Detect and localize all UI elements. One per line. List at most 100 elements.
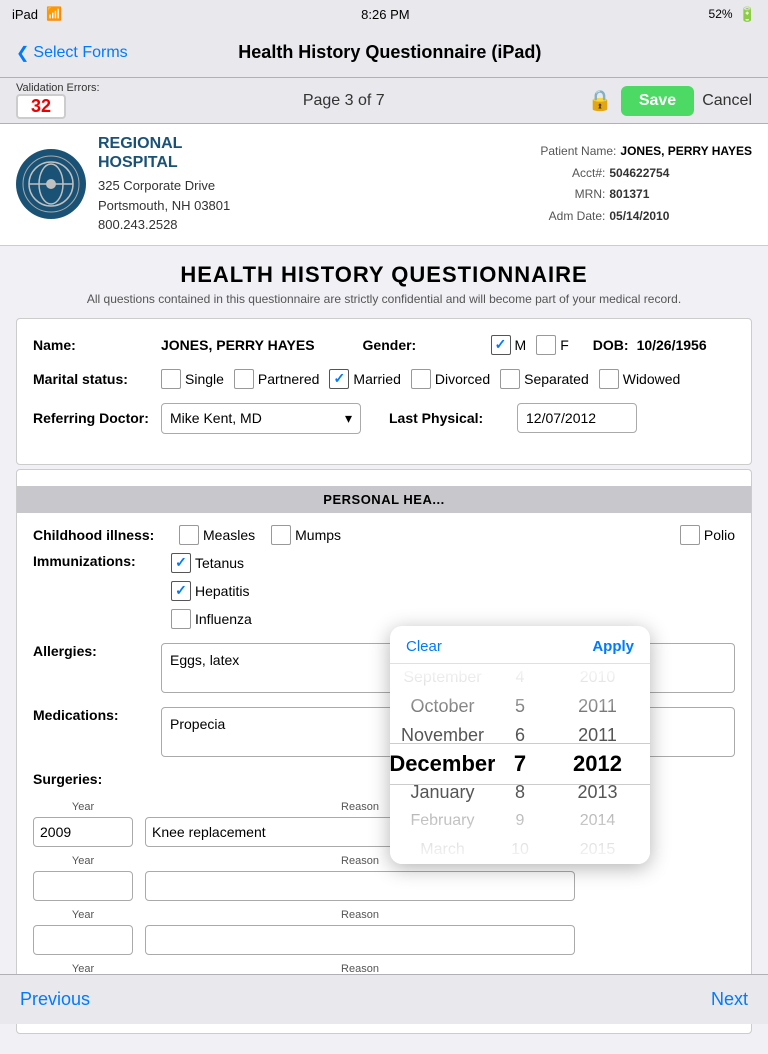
next-button[interactable]: Next [711,989,748,1010]
month-feb: February [390,807,495,836]
doctor-select[interactable]: Mike Kent, MD ▾ [161,403,361,434]
form-subtitle: All questions contained in this question… [16,292,752,306]
year-col-label-1: Year [33,801,133,813]
marital-widowed[interactable]: Widowed [599,369,681,389]
month-nov: November [390,721,495,750]
time-display: 8:26 PM [361,7,409,22]
surgery-year-col-1: Year [33,801,133,847]
cancel-button[interactable]: Cancel [702,92,752,110]
month-column[interactable]: September October November December Janu… [390,664,495,864]
datepicker-apply-button[interactable]: Apply [592,638,634,655]
wifi-icon: 📶 [46,6,62,22]
form-title-section: HEALTH HISTORY QUESTIONNAIRE All questio… [16,262,752,306]
ipad-label: iPad [12,7,38,22]
surgery-year-col-2: Year [33,855,133,901]
hospital-logo-svg [21,154,81,214]
surgery-reason-input-2[interactable] [145,871,575,901]
status-bar: iPad 📶 8:26 PM 52% 🔋 [0,0,768,28]
childhood-illness-row: Childhood illness: Measles Mumps Polio [33,525,735,545]
widowed-checkbox[interactable] [599,369,619,389]
last-physical-input[interactable]: 12/07/2012 [517,403,637,433]
marital-separated[interactable]: Separated [500,369,589,389]
surgery-row-3: Year Reason [33,909,735,955]
polio-item[interactable]: Polio [680,525,735,545]
immunizations-group: Tetanus Hepatitis Influenza [171,553,252,629]
year-2013: 2013 [545,778,650,807]
year-2010: 2010 [545,664,650,693]
battery-icon: 🔋 [739,6,756,23]
tetanus-label: Tetanus [195,555,244,571]
marital-married[interactable]: Married [329,369,400,389]
datepicker-columns: September October November December Janu… [390,664,650,864]
influenza-checkbox[interactable] [171,609,191,629]
marital-options: Single Partnered Married Divorced Separa… [161,369,680,389]
surgery-year-col-3: Year [33,909,133,955]
partnered-checkbox[interactable] [234,369,254,389]
single-label: Single [185,371,224,387]
married-label: Married [353,371,400,387]
day-7: 7 [495,750,545,779]
month-dec: December [390,750,495,779]
marital-divorced[interactable]: Divorced [411,369,490,389]
hospital-name: REGIONAL HOSPITAL [98,134,230,172]
status-left: iPad 📶 [12,6,62,22]
surgery-reason-input-3[interactable] [145,925,575,955]
polio-checkbox[interactable] [680,525,700,545]
save-button[interactable]: Save [621,86,694,116]
hepatitis-checkbox[interactable] [171,581,191,601]
measles-checkbox[interactable] [179,525,199,545]
lock-icon: 🔒 [588,88,613,113]
dob-value: 10/26/1956 [637,337,707,353]
gender-f-item[interactable]: F [536,335,569,355]
divorced-checkbox[interactable] [411,369,431,389]
mumps-label: Mumps [295,527,341,543]
section-header: PERSONAL HEA... [17,486,751,513]
surgery-year-input-2[interactable] [33,871,133,901]
mumps-checkbox[interactable] [271,525,291,545]
gender-m-checkbox[interactable] [491,335,511,355]
gender-m-item[interactable]: M [491,335,527,355]
day-9: 9 [495,807,545,836]
surgery-year-input-1[interactable] [33,817,133,847]
tetanus-item[interactable]: Tetanus [171,553,252,573]
marital-partnered[interactable]: Partnered [234,369,319,389]
childhood-illness-label: Childhood illness: [33,527,163,543]
dob-label: DOB: [593,337,629,353]
back-button[interactable]: ❮ Select Forms [16,43,128,63]
hospital-logo [16,149,86,219]
tetanus-checkbox[interactable] [171,553,191,573]
day-8: 8 [495,778,545,807]
name-gender-row: Name: JONES, PERRY HAYES Gender: M F DOB… [33,335,735,355]
measles-item[interactable]: Measles [179,525,255,545]
marital-single[interactable]: Single [161,369,224,389]
previous-button[interactable]: Previous [20,989,90,1010]
gender-f-checkbox[interactable] [536,335,556,355]
day-6: 6 [495,721,545,750]
acct-label: Acct#: [540,163,605,185]
hospital-address: 325 Corporate Drive Portsmouth, NH 03801… [98,176,230,235]
datepicker-clear-button[interactable]: Clear [406,638,442,655]
toolbar: Validation Errors: 32 Page 3 of 7 🔒 Save… [0,78,768,124]
chevron-left-icon: ❮ [16,43,29,63]
medications-label: Medications: [33,707,153,723]
datepicker-header: Clear Apply [390,626,650,664]
validation-count: 32 [16,94,66,119]
measles-label: Measles [203,527,255,543]
form-title: HEALTH HISTORY QUESTIONNAIRE [16,262,752,288]
hepatitis-item[interactable]: Hepatitis [171,581,252,601]
married-checkbox[interactable] [329,369,349,389]
patient-name-value: JONES, PERRY HAYES [620,141,752,163]
separated-checkbox[interactable] [500,369,520,389]
month-mar: March [390,835,495,864]
gender-f-label: F [560,337,569,353]
influenza-item[interactable]: Influenza [171,609,252,629]
immunizations-label: Immunizations: [33,553,163,569]
year-2011b: 2011 [545,721,650,750]
single-checkbox[interactable] [161,369,181,389]
surgery-year-input-3[interactable] [33,925,133,955]
day-column[interactable]: 4 5 6 7 8 9 10 [495,664,545,864]
mumps-item[interactable]: Mumps [271,525,341,545]
month-sep: September [390,664,495,693]
hepatitis-label: Hepatitis [195,583,249,599]
year-column[interactable]: 2010 2011 2011 2012 2013 2014 2015 [545,664,650,864]
